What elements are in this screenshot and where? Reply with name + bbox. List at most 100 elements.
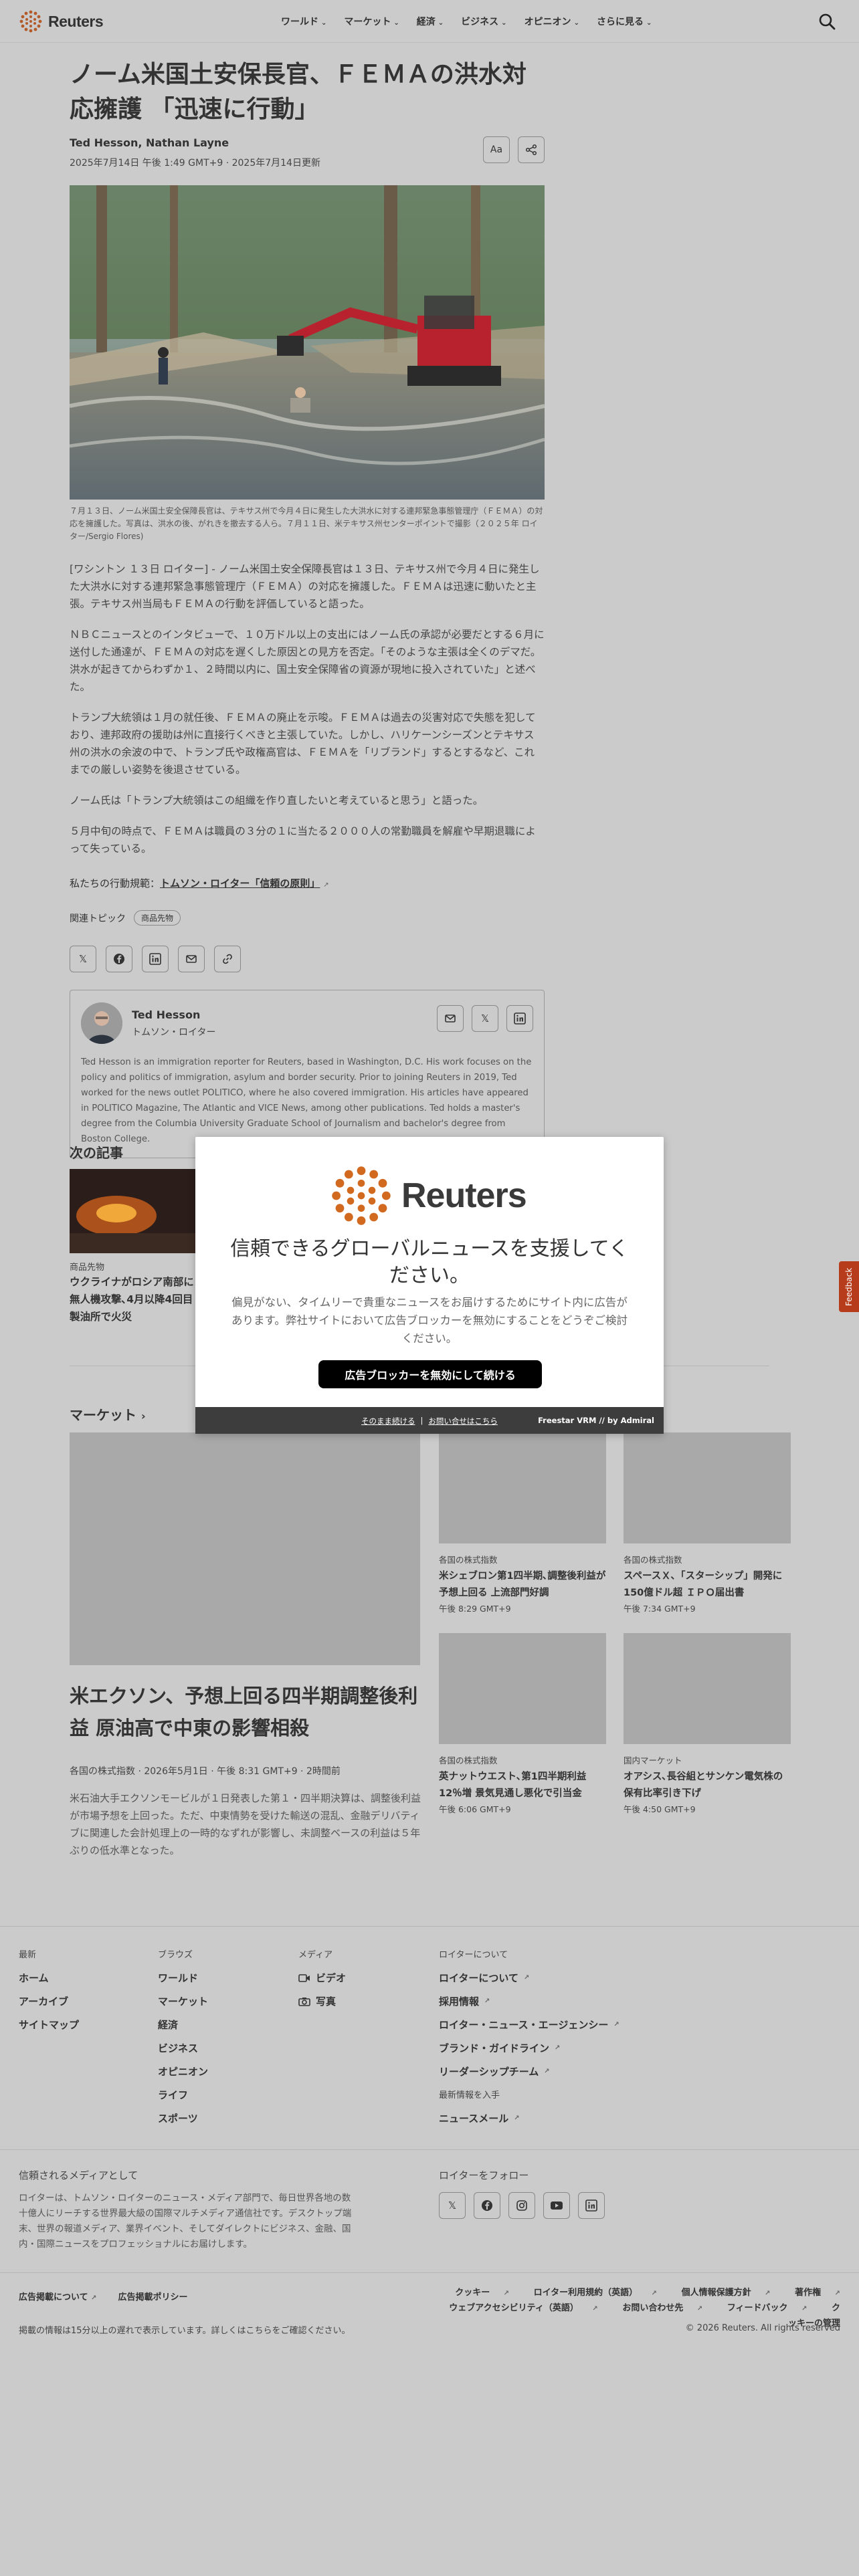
facebook-icon [482, 2200, 492, 2211]
footer-link[interactable]: サイトマップ [19, 2018, 79, 2032]
footer-link-newsletter[interactable]: ニュースメール ↗ [439, 2111, 619, 2125]
footer-link[interactable]: ロイターについて ↗ [439, 1971, 619, 1985]
search-icon[interactable] [818, 12, 836, 31]
footer-link[interactable]: アーカイブ [19, 1994, 79, 2008]
markets-card-image[interactable] [439, 1432, 606, 1543]
legal-link[interactable]: フィードバック ↗ [717, 2303, 807, 2313]
markets-card[interactable]: 各国の株式指数 英ナットウエスト､第1四半期利益12％増 景気見通し悪化で引当金… [439, 1633, 606, 1815]
contact-link[interactable]: お問い合せはこちら [428, 1416, 498, 1426]
link-separator: | [420, 1416, 423, 1425]
data-delay-notice: 掲載の情報は15分以上の遅れで表示しています。詳しくはこちらをご確認ください。 [19, 2326, 351, 2336]
footer-link[interactable]: オピニオン [158, 2064, 208, 2078]
nav-item-economy[interactable]: 経済 ⌄ [417, 15, 444, 28]
article-paragraph: ノーム氏は「トランプ大統領はこの組織を作り直したいと考えていると思う」と語った。 [70, 794, 484, 807]
external-link-icon: ↗ [834, 2290, 840, 2297]
legal-link[interactable]: 著作権 ↗ [784, 2288, 840, 2298]
footer-ad-link[interactable]: 広告掲載ポリシー [118, 2290, 188, 2302]
legal-link[interactable]: ロイター利用規約（英語） ↗ [523, 2288, 657, 2298]
share-email-button[interactable] [178, 946, 205, 972]
follow-x-button[interactable]: 𝕏 [439, 2192, 466, 2219]
markets-lead-description: 米石油大手エクソンモービルが１日発表した第１・四半期決算は、調整後利益が市場予想… [70, 1792, 421, 1856]
footer-link[interactable]: ホーム [19, 1971, 79, 1985]
share-icon [525, 144, 537, 156]
footer-link[interactable]: マーケット [158, 1994, 208, 2008]
share-linkedin-button[interactable] [142, 946, 169, 972]
email-icon [445, 1014, 456, 1023]
footer-link[interactable]: ビジネス [158, 2041, 208, 2055]
markets-card-kicker[interactable]: 各国の株式指数 [624, 1553, 791, 1566]
markets-card-kicker[interactable]: 国内マーケット [624, 1753, 791, 1766]
author-name[interactable]: Ted Hesson [132, 1008, 215, 1021]
follow-linkedin-button[interactable] [578, 2192, 605, 2219]
footer-link-video[interactable]: ビデオ [298, 1971, 346, 1985]
linkedin-icon [585, 2199, 597, 2212]
external-link-icon: ↗ [651, 2290, 658, 2297]
author-x-button[interactable]: 𝕏 [472, 1005, 498, 1032]
nav-item-more[interactable]: さらに見る ⌄ [597, 15, 652, 28]
follow-youtube-button[interactable] [543, 2192, 570, 2219]
footer-link[interactable]: ライフ [158, 2088, 208, 2102]
reuters-logo[interactable]: Reuters [19, 9, 104, 33]
markets-card-image[interactable] [624, 1633, 791, 1744]
legal-link[interactable]: ウェブアクセシビリティ（英語） ↗ [438, 2303, 598, 2313]
footer-link[interactable]: ブランド・ガイドライン ↗ [439, 2041, 619, 2055]
legal-link[interactable]: クッキー ↗ [444, 2288, 509, 2298]
external-link-icon: ↗ [544, 2068, 550, 2075]
feedback-tab[interactable]: Feedback [839, 1261, 859, 1312]
topic-chip[interactable]: 商品先物 [134, 910, 181, 926]
next-story-kicker[interactable]: 商品先物 [70, 1260, 104, 1273]
markets-lead-headline[interactable]: 米エクソン、予想上回る四半期調整後利益 原油高で中東の影響相殺 [70, 1680, 424, 1744]
footer-link[interactable]: 採用情報 ↗ [439, 1994, 619, 2008]
markets-section-title[interactable]: マーケット › [70, 1404, 146, 1424]
external-link-icon: ↗ [484, 1998, 490, 2005]
markets-card-image[interactable] [624, 1432, 791, 1543]
next-story-image[interactable] [70, 1169, 195, 1253]
article-paragraph: ＮＢＣニュースとのインタビューで、１０万ドル以上の支出にはノーム氏の承認が必要だ… [70, 629, 545, 693]
share-button[interactable] [518, 136, 545, 163]
share-facebook-button[interactable] [106, 946, 132, 972]
youtube-icon [551, 2202, 563, 2210]
markets-card-headline[interactable]: 英ナットウエスト､第1四半期利益12％増 景気見通し悪化で引当金 [439, 1769, 606, 1802]
continue-without-link[interactable]: そのまま続ける [361, 1416, 415, 1426]
footer-column-browse: ブラウズ ワールド マーケット 経済 ビジネス オピニオン ライフ スポーツ [158, 1950, 209, 2125]
font-size-button[interactable]: Aa [483, 136, 510, 163]
legal-link[interactable]: お問い合わせ先 ↗ [611, 2303, 702, 2313]
markets-card[interactable]: 各国の株式指数 スペースＸ､「スターシップ」開発に150億ドル超 ＩＰＯ届出書 … [624, 1432, 791, 1614]
markets-card-kicker[interactable]: 各国の株式指数 [439, 1753, 606, 1766]
follow-icons: 𝕏 [439, 2192, 605, 2219]
markets-lead-image[interactable] [70, 1432, 420, 1665]
footer-link[interactable]: ロイター・ニュース・エージェンシー ↗ [439, 2018, 619, 2032]
nav-item-markets[interactable]: マーケット ⌄ [344, 15, 399, 28]
author-card: Ted Hesson トムソン・ロイター 𝕏 Ted Hesson is an … [70, 990, 545, 1158]
follow-instagram-button[interactable] [508, 2192, 535, 2219]
next-story-headline[interactable]: ウクライナがロシア南部に無人機攻撃､4月以降4回目 製油所で火災 [70, 1273, 197, 1325]
article-paragraph: [ワシントン １３日 ロイター] - ノーム米国土安全保障長官は１３日、テキサス… [70, 563, 540, 610]
footer-link[interactable]: リーダーシップチーム ↗ [439, 2064, 619, 2078]
legal-link[interactable]: 個人情報保護方針 ↗ [671, 2288, 771, 2298]
footer-link-photos[interactable]: 写真 [298, 1994, 346, 2008]
nav-item-world[interactable]: ワールド ⌄ [281, 15, 326, 28]
disable-adblock-button[interactable]: 広告ブロッカーを無効にして続ける [318, 1360, 542, 1388]
nav-item-opinion[interactable]: オピニオン ⌄ [524, 15, 579, 28]
markets-card-image[interactable] [439, 1633, 606, 1744]
copy-link-button[interactable] [214, 946, 241, 972]
author-avatar[interactable] [81, 1002, 122, 1044]
markets-card[interactable]: 国内マーケット オアシス､長谷組とサンケン電気株の保有比率引き下げ 午後 4:5… [624, 1633, 791, 1815]
author-linkedin-button[interactable] [506, 1005, 533, 1032]
footer-link[interactable]: スポーツ [158, 2111, 208, 2125]
footer-link[interactable]: ワールド [158, 1971, 208, 1985]
footer-ad-link[interactable]: 広告掲載について ↗ [19, 2290, 97, 2302]
markets-card[interactable]: 各国の株式指数 米シェブロン第1四半期､調整後利益が予想上回る 上流部門好調 午… [439, 1432, 606, 1614]
markets-card-headline[interactable]: 米シェブロン第1四半期､調整後利益が予想上回る 上流部門好調 [439, 1568, 606, 1602]
trust-principles-link[interactable]: トムソン・ロイター「信頼の原則」 [160, 877, 320, 889]
article-authors[interactable]: Ted Hesson, Nathan Layne [70, 136, 545, 149]
share-x-button[interactable]: 𝕏 [70, 946, 96, 972]
markets-card-kicker[interactable]: 各国の株式指数 [439, 1553, 606, 1566]
markets-card-headline[interactable]: オアシス､長谷組とサンケン電気株の保有比率引き下げ [624, 1769, 791, 1802]
x-icon: 𝕏 [78, 953, 88, 965]
nav-item-business[interactable]: ビジネス ⌄ [461, 15, 506, 28]
author-email-button[interactable] [437, 1005, 464, 1032]
markets-card-headline[interactable]: スペースＸ､「スターシップ」開発に150億ドル超 ＩＰＯ届出書 [624, 1568, 791, 1602]
follow-facebook-button[interactable] [474, 2192, 500, 2219]
footer-link[interactable]: 経済 [158, 2018, 208, 2032]
